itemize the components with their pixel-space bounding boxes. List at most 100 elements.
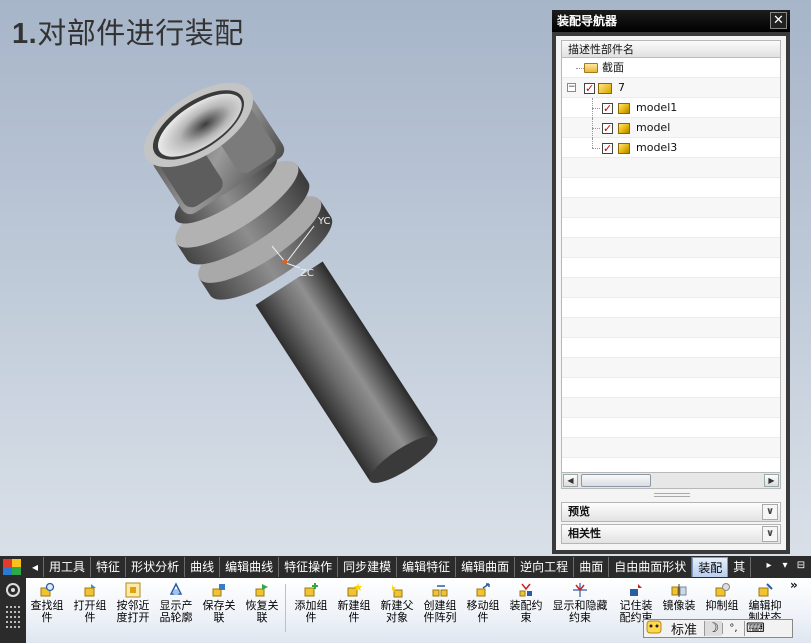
ribbon-toolbar: ◂ 用工具 特征 形状分析 曲线 编辑曲线 特征操作 同步建模 编辑特征 编辑曲… [0,556,811,643]
wcs-y-label: YC [317,216,331,227]
navigator-titlebar[interactable]: 装配导航器 ✕ [552,10,790,32]
checkbox-icon[interactable]: ✓ [602,123,613,134]
new-component-button[interactable]: 新建组件 [333,582,375,624]
assembly-tree[interactable]: 描述性部件名 截面 − ✓ 7 ✓ model1 ✓ model ✓ model… [561,40,781,480]
folder-icon [584,63,598,73]
assembly-constraint-button[interactable]: 装配约束 [505,582,547,624]
ime-logo-icon[interactable] [644,620,664,638]
toolbar-separator [285,584,286,632]
tab-curve[interactable]: 曲线 [185,557,221,577]
show-product-outline-icon [169,582,183,595]
close-icon[interactable]: ✕ [770,12,787,29]
add-component-button[interactable]: 添加组件 [290,582,332,624]
tab-shape-analysis[interactable]: 形状分析 [126,557,186,577]
tab-other[interactable]: 其 [728,557,752,577]
move-component-icon [476,583,490,597]
column-header[interactable]: 描述性部件名 [562,41,780,58]
app-logo-icon[interactable] [0,556,26,578]
collapse-icon[interactable]: − [567,83,576,92]
tool-label: 新建父对象 [380,599,414,624]
part-icon [618,143,630,154]
tab-edit-surface[interactable]: 编辑曲面 [456,557,516,577]
ribbon-controls: ▸ ▾ ⊟ [762,558,808,576]
part-icon [618,123,630,134]
horizontal-scrollbar[interactable]: ◀ ▶ [561,472,781,489]
preview-section[interactable]: 预览 ∨ [561,502,781,522]
ribbon-options-icon[interactable]: ▾ [778,558,792,574]
remember-constraints-button[interactable]: 记住装配约束 [615,582,657,624]
tool-strip [0,578,26,643]
ribbon-tabs: ◂ 用工具 特征 形状分析 曲线 编辑曲线 特征操作 同步建模 编辑特征 编辑曲… [27,557,752,577]
tool-label: 按邻近度打开 [116,599,150,624]
tool-label: 打开组件 [73,599,107,624]
create-component-array-button[interactable]: 创建组件阵列 [419,582,461,624]
scroll-right-icon[interactable]: ▶ [764,474,779,487]
find-component-button[interactable]: 查找组件 [26,582,68,624]
tab-edit-feature[interactable]: 编辑特征 [397,557,457,577]
ime-mode[interactable]: 标准 [664,619,704,638]
assembly-constraint-icon [519,583,532,597]
tool-label: 移动组件 [466,599,500,624]
tool-label: 添加组件 [294,599,328,624]
mirror-assembly-icon [671,584,687,597]
tab-feature-operation[interactable]: 特征操作 [279,557,339,577]
chevron-down-icon[interactable]: ∨ [762,526,778,542]
checkbox-icon[interactable]: ✓ [602,103,613,114]
chevron-down-icon[interactable]: ∨ [762,504,778,520]
tab-surface[interactable]: 曲面 [574,557,610,577]
moon-icon[interactable]: ☽ [704,621,722,636]
remember-constraints-icon [630,584,642,596]
open-component-icon [84,584,96,597]
checkbox-icon[interactable]: ✓ [584,83,595,94]
navigator-title: 装配导航器 [557,14,618,28]
open-by-proximity-button[interactable]: 按邻近度打开 [112,582,154,624]
tab-synchronous-modeling[interactable]: 同步建模 [338,557,398,577]
suppress-component-button[interactable]: 抑制组 [701,582,743,612]
component-array-icon [432,585,448,597]
edit-suppression-icon [758,583,773,597]
tool-label: 显示产品轮廓 [159,599,193,624]
more-tools-icon[interactable]: » [790,578,798,592]
keyboard-icon[interactable]: ⌨ [744,621,766,636]
assembly-icon [598,83,612,94]
panel-splitter[interactable] [654,493,690,497]
section-label: 预览 [568,505,590,518]
move-component-button[interactable]: 移动组件 [462,582,504,624]
tab-scroll-right-icon[interactable]: ▸ [762,558,776,574]
tool-label: 恢复关联 [245,599,279,624]
tree-item-part[interactable]: ✓ model [562,118,780,138]
new-parent-button[interactable]: 新建父对象 [376,582,418,624]
bolt-assembly-model[interactable]: YC ZC [0,0,550,558]
navigator-body: 描述性部件名 截面 − ✓ 7 ✓ model1 ✓ model ✓ model… [556,36,786,550]
tab-scroll-left[interactable]: ◂ [27,557,45,577]
ime-toolbar: 标准 ☽ °, ⌨ [643,619,793,638]
show-product-outline-button[interactable]: 显示产品轮廓 [155,582,197,624]
wcs-z-label: ZC [300,268,314,279]
mirror-assembly-button[interactable]: 镜像装 [658,582,700,612]
tab-freeform-shape[interactable]: 自由曲面形状 [609,557,693,577]
edit-suppression-state-button[interactable]: 编辑抑制状态 [744,582,786,624]
tab-assembly[interactable]: 装配 [692,557,729,577]
scroll-left-icon[interactable]: ◀ [563,474,578,487]
save-association-button[interactable]: 保存关联 [198,582,240,624]
tree-item-part[interactable]: ✓ model3 [562,138,780,158]
open-component-button[interactable]: 打开组件 [69,582,111,624]
scroll-thumb[interactable] [581,474,651,487]
tab-edit-curve[interactable]: 编辑曲线 [220,557,280,577]
ribbon-minimize-icon[interactable]: ⊟ [794,558,808,574]
restore-association-button[interactable]: 恢复关联 [241,582,283,624]
dependencies-section[interactable]: 相关性 ∨ [561,524,781,544]
punctuation-icon[interactable]: °, [722,623,744,634]
tab-utility-tools[interactable]: 用工具 [44,557,92,577]
tree-item-section[interactable]: 截面 [562,58,780,78]
wcs-origin [282,259,288,265]
tree-item-assembly[interactable]: − ✓ 7 [562,78,780,98]
add-component-icon [304,583,318,597]
checkbox-icon[interactable]: ✓ [602,143,613,154]
show-hide-constraints-button[interactable]: 显示和隐藏约束 [548,582,612,624]
tree-item-part[interactable]: ✓ model1 [562,98,780,118]
tab-reverse-engineering[interactable]: 逆向工程 [515,557,575,577]
tab-feature[interactable]: 特征 [91,557,127,577]
section-label: 相关性 [568,527,601,540]
open-by-proximity-icon [125,582,141,598]
